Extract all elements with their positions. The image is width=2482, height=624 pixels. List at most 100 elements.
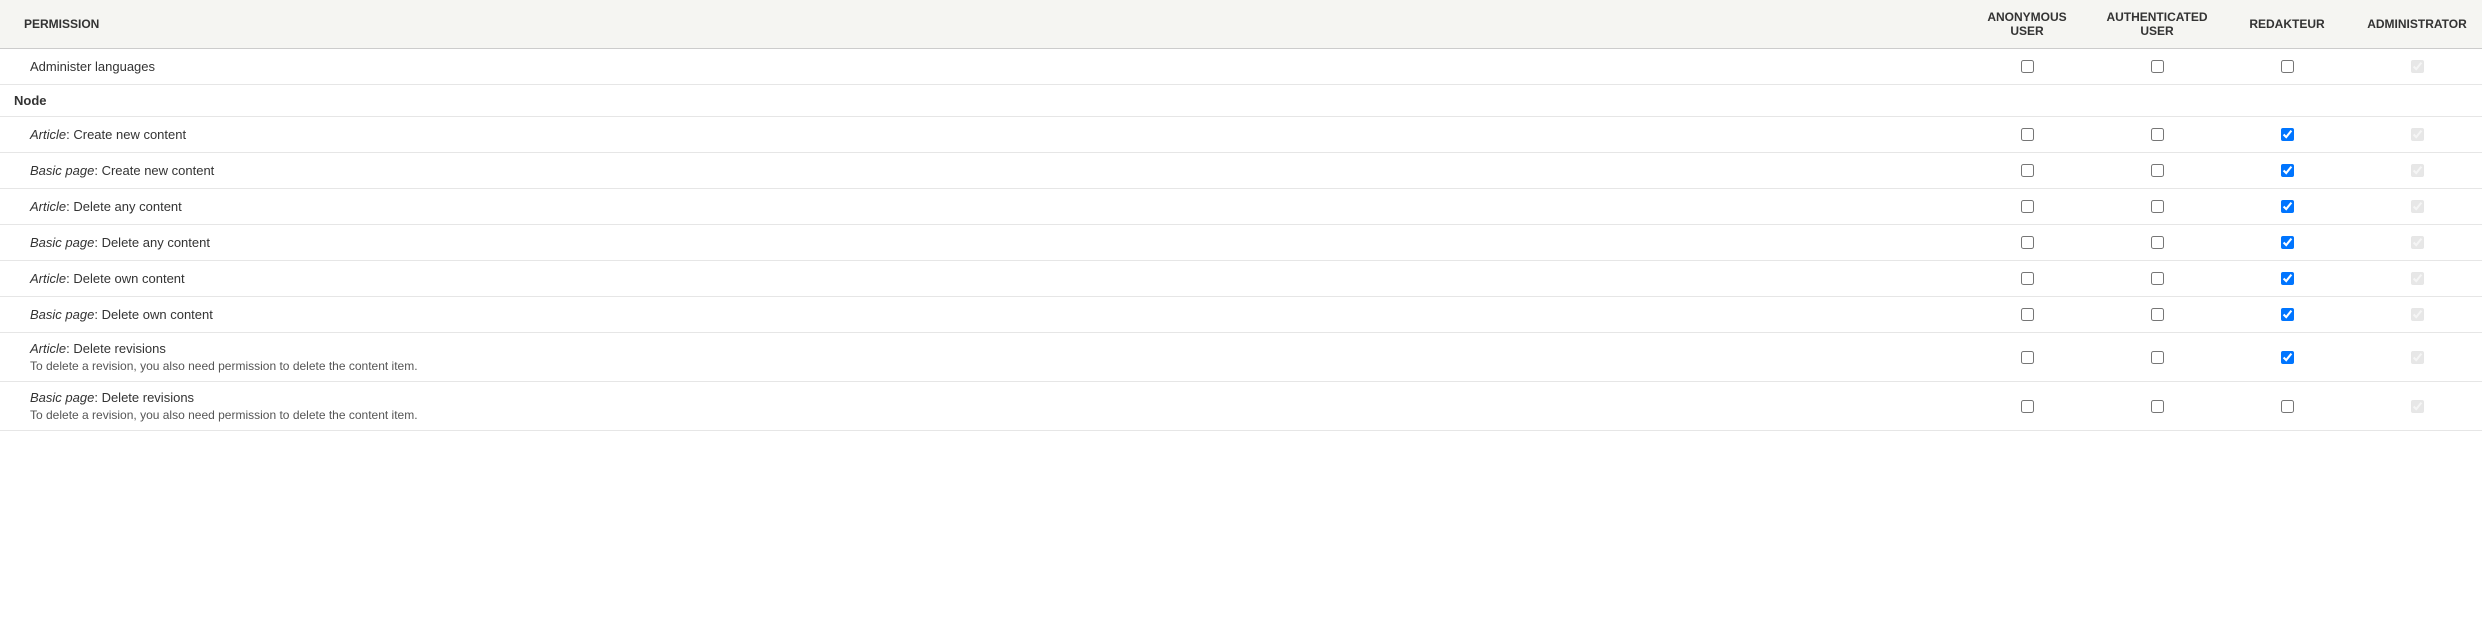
permission-row: Article: Create new content [0, 117, 2482, 153]
permission-prefix: Article [30, 271, 66, 286]
permission-checkbox [2411, 164, 2424, 177]
checkbox-cell [2222, 297, 2352, 333]
header-role-anonymous: ANONYMOUS USER [1962, 0, 2092, 49]
permission-checkbox[interactable] [2021, 400, 2034, 413]
checkbox-cell [2092, 261, 2222, 297]
checkbox-cell [1962, 333, 2092, 382]
section-row: Node [0, 85, 2482, 117]
checkbox-cell [2222, 261, 2352, 297]
permission-checkbox[interactable] [2021, 308, 2034, 321]
checkbox-cell [2092, 297, 2222, 333]
permission-prefix: Basic page [30, 390, 94, 405]
permission-label-cell: Administer languages [0, 49, 1962, 85]
permission-checkbox[interactable] [2151, 200, 2164, 213]
permission-label-cell: Article: Delete any content [0, 189, 1962, 225]
checkbox-cell [2352, 117, 2482, 153]
checkbox-cell [2222, 225, 2352, 261]
checkbox-cell [2352, 333, 2482, 382]
permission-name: Delete any content [102, 235, 210, 250]
checkbox-cell [2352, 261, 2482, 297]
checkbox-cell [2352, 189, 2482, 225]
permission-row: Administer languages [0, 49, 2482, 85]
checkbox-cell [2092, 225, 2222, 261]
permission-name: Delete any content [73, 199, 181, 214]
checkbox-cell [1962, 153, 2092, 189]
permission-checkbox[interactable] [2021, 236, 2034, 249]
permission-checkbox [2411, 400, 2424, 413]
permission-checkbox[interactable] [2151, 272, 2164, 285]
header-role-authenticated: AUTHENTICATED USER [2092, 0, 2222, 49]
permission-row: Basic page: Delete any content [0, 225, 2482, 261]
checkbox-cell [2222, 382, 2352, 431]
checkbox-cell [2092, 382, 2222, 431]
permission-description: To delete a revision, you also need perm… [30, 359, 1950, 373]
permission-checkbox [2411, 60, 2424, 73]
permission-checkbox[interactable] [2151, 400, 2164, 413]
checkbox-cell [2092, 117, 2222, 153]
permission-checkbox[interactable] [2151, 60, 2164, 73]
permission-checkbox[interactable] [2151, 236, 2164, 249]
permission-checkbox[interactable] [2281, 200, 2294, 213]
permission-checkbox[interactable] [2021, 128, 2034, 141]
permission-checkbox[interactable] [2021, 272, 2034, 285]
checkbox-cell [2352, 49, 2482, 85]
checkbox-cell [1962, 225, 2092, 261]
permission-label-cell: Basic page: Create new content [0, 153, 1962, 189]
permission-label-cell: Article: Delete revisionsTo delete a rev… [0, 333, 1962, 382]
permission-name: Delete own content [102, 307, 213, 322]
permission-checkbox[interactable] [2021, 351, 2034, 364]
permission-checkbox[interactable] [2281, 272, 2294, 285]
permission-checkbox[interactable] [2151, 308, 2164, 321]
permission-checkbox[interactable] [2281, 351, 2294, 364]
permission-checkbox[interactable] [2281, 236, 2294, 249]
permission-prefix: Article [30, 341, 66, 356]
permission-label-cell: Article: Create new content [0, 117, 1962, 153]
permission-checkbox[interactable] [2281, 308, 2294, 321]
permission-separator: : [94, 163, 101, 178]
permission-checkbox[interactable] [2151, 128, 2164, 141]
checkbox-cell [1962, 382, 2092, 431]
checkbox-cell [2222, 189, 2352, 225]
permission-checkbox[interactable] [2281, 164, 2294, 177]
permission-checkbox [2411, 200, 2424, 213]
permission-name: Delete revisions [73, 341, 166, 356]
checkbox-cell [1962, 189, 2092, 225]
permission-separator: : [94, 390, 101, 405]
permission-checkbox[interactable] [2021, 200, 2034, 213]
permission-checkbox[interactable] [2281, 60, 2294, 73]
permission-checkbox[interactable] [2281, 400, 2294, 413]
header-role-redakteur: REDAKTEUR [2222, 0, 2352, 49]
permission-row: Basic page: Delete own content [0, 297, 2482, 333]
permission-label-cell: Article: Delete own content [0, 261, 1962, 297]
permissions-table: PERMISSION ANONYMOUS USER AUTHENTICATED … [0, 0, 2482, 431]
permission-description: To delete a revision, you also need perm… [30, 408, 1950, 422]
checkbox-cell [2222, 117, 2352, 153]
checkbox-cell [2092, 49, 2222, 85]
permission-checkbox[interactable] [2151, 164, 2164, 177]
permission-checkbox [2411, 308, 2424, 321]
permission-prefix: Article [30, 127, 66, 142]
permission-checkbox[interactable] [2281, 128, 2294, 141]
permission-checkbox[interactable] [2151, 351, 2164, 364]
permission-name: Create new content [73, 127, 186, 142]
permission-row: Basic page: Create new content [0, 153, 2482, 189]
checkbox-cell [1962, 117, 2092, 153]
permission-checkbox[interactable] [2021, 164, 2034, 177]
checkbox-cell [2352, 225, 2482, 261]
permission-row: Article: Delete own content [0, 261, 2482, 297]
checkbox-cell [1962, 261, 2092, 297]
header-role-administrator: ADMINISTRATOR [2352, 0, 2482, 49]
checkbox-cell [2092, 189, 2222, 225]
permission-name: Create new content [102, 163, 215, 178]
permission-label-cell: Basic page: Delete any content [0, 225, 1962, 261]
checkbox-cell [2352, 153, 2482, 189]
permission-checkbox [2411, 128, 2424, 141]
permission-row: Article: Delete any content [0, 189, 2482, 225]
permission-name: Delete revisions [102, 390, 195, 405]
permission-row: Basic page: Delete revisions To delete a … [0, 382, 2482, 431]
checkbox-cell [2222, 153, 2352, 189]
checkbox-cell [2092, 333, 2222, 382]
permission-separator: : [94, 235, 101, 250]
permission-checkbox[interactable] [2021, 60, 2034, 73]
header-permission: PERMISSION [0, 0, 1962, 49]
